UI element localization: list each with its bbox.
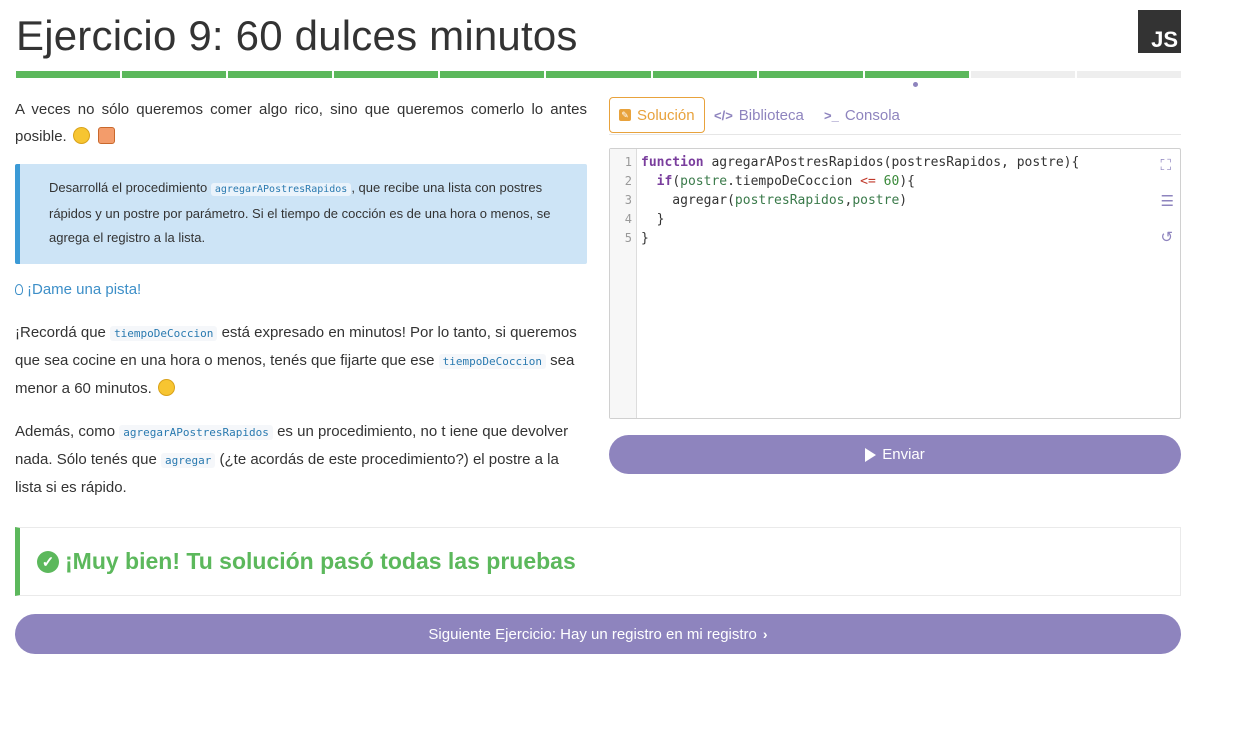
- progress-step[interactable]: [758, 71, 863, 78]
- edit-icon: ✎: [619, 109, 631, 121]
- code-token: postresRapidos: [734, 193, 845, 208]
- next-exercise-button[interactable]: Siguiente Ejercicio: Hay un registro en …: [15, 614, 1181, 654]
- code-token: (: [672, 174, 681, 189]
- tab-label: Consola: [844, 106, 900, 124]
- tab-label: Solución: [637, 106, 695, 124]
- progress-step[interactable]: [122, 71, 227, 78]
- progress-step-current[interactable]: [864, 71, 969, 78]
- code-line[interactable]: if(postre.tiempoDeCoccion <= 60){: [641, 172, 1079, 191]
- indent-icon[interactable]: ☰: [1161, 192, 1174, 210]
- inline-code: agregar: [160, 453, 216, 468]
- code-token: .tiempoDeCoccion: [727, 174, 861, 189]
- chevron-right-icon: ›: [762, 626, 768, 642]
- editor-toolbar: ⛶ ☰ ↺: [1161, 157, 1174, 246]
- tab-biblioteca[interactable]: </> Biblioteca: [705, 97, 813, 133]
- code-token: ): [899, 193, 908, 208]
- code-token: 60: [883, 174, 900, 189]
- inline-code: tiempoDeCoccion: [110, 326, 218, 341]
- hint-text: ¡Recordá que: [15, 324, 106, 341]
- code-line[interactable]: }: [641, 210, 1079, 229]
- line-number: 4: [624, 212, 632, 226]
- progress-step[interactable]: [1076, 71, 1182, 78]
- progress-bar: [16, 71, 1182, 78]
- line-number: 3: [624, 193, 632, 207]
- hint-toggle[interactable]: ¡Dame una pista!: [15, 276, 587, 303]
- code-token: agregarAPostresRapidos(postresRapidos, p…: [703, 155, 1080, 170]
- submit-label: Enviar: [882, 446, 925, 463]
- hint-text: Además, como: [15, 423, 116, 440]
- tab-consola[interactable]: >_ Consola: [815, 97, 909, 133]
- submit-button[interactable]: Enviar: [609, 435, 1181, 474]
- current-step-indicator: [913, 82, 918, 87]
- progress-step[interactable]: [546, 71, 651, 78]
- progress-step[interactable]: [440, 71, 545, 78]
- code-token: if: [656, 174, 673, 189]
- hint-label[interactable]: ¡Dame una pista!: [27, 276, 141, 303]
- play-icon: [865, 447, 877, 462]
- terminal-icon: >_: [824, 107, 839, 123]
- code-editor[interactable]: 1 2 3 4 5 function agregarAPostresRapido…: [609, 148, 1181, 419]
- intro-paragraph: A veces no sólo queremos comer algo rico…: [15, 96, 587, 150]
- code-token: postre: [680, 174, 728, 189]
- tab-label: Biblioteca: [738, 106, 804, 124]
- check-circle-icon: ✓: [37, 550, 59, 573]
- progress-step[interactable]: [652, 71, 757, 78]
- task-callout: Desarrollá el procedimiento agregarAPost…: [15, 164, 587, 264]
- code-token: agregar(: [641, 193, 735, 208]
- cake-emoji: [98, 127, 116, 144]
- wink-face-emoji: [157, 379, 175, 396]
- code-line[interactable]: agregar(postresRapidos,postre): [641, 191, 1079, 210]
- code-content[interactable]: function agregarAPostresRapidos(postresR…: [641, 153, 1079, 248]
- reset-icon[interactable]: ↺: [1161, 228, 1174, 246]
- code-icon: </>: [714, 107, 733, 123]
- code-token: function: [641, 155, 704, 170]
- language-badge: JS: [1138, 10, 1181, 53]
- line-number-gutter: 1 2 3 4 5: [610, 149, 637, 418]
- progress-step[interactable]: [228, 71, 333, 78]
- tab-solucion[interactable]: ✎ Solución: [609, 97, 705, 133]
- hint-paragraph-2: Además, como agregarAPostresRapidos es u…: [15, 418, 587, 501]
- code-token: ){: [899, 174, 915, 189]
- lightbulb-icon: [15, 284, 23, 295]
- editor-tabs: ✎ Solución </> Biblioteca >_ Consola: [609, 96, 1181, 135]
- line-number: 1: [624, 155, 632, 169]
- code-line[interactable]: }: [641, 229, 1079, 248]
- result-banner: ✓ ¡Muy bien! Tu solución pasó todas las …: [15, 527, 1181, 596]
- result-message: ¡Muy bien! Tu solución pasó todas las pr…: [65, 548, 576, 574]
- exercise-statement: A veces no sólo queremos comer algo rico…: [15, 96, 587, 501]
- code-token: <=: [860, 174, 876, 189]
- line-number: 5: [624, 231, 632, 245]
- callout-text-before: Desarrollá el procedimiento: [49, 180, 208, 195]
- progress-step[interactable]: [970, 71, 1075, 78]
- progress-step[interactable]: [334, 71, 439, 78]
- next-exercise-label: Siguiente Ejercicio: Hay un registro en …: [428, 625, 757, 643]
- progress-step[interactable]: [16, 71, 121, 78]
- page-title: Ejercicio 9: 60 dulces minutos: [16, 12, 578, 59]
- line-number: 2: [624, 174, 632, 188]
- inline-code: tiempoDeCoccion: [438, 354, 546, 369]
- code-line[interactable]: function agregarAPostresRapidos(postresR…: [641, 153, 1079, 172]
- callout-code: agregarAPostresRapidos: [210, 183, 352, 196]
- fullscreen-icon[interactable]: ⛶: [1161, 157, 1174, 174]
- hint-paragraph-1: ¡Recordá que tiempoDeCoccion está expres…: [15, 319, 587, 402]
- code-token: postre: [852, 193, 900, 208]
- yum-face-emoji: [72, 127, 90, 144]
- inline-code: agregarAPostresRapidos: [119, 425, 273, 440]
